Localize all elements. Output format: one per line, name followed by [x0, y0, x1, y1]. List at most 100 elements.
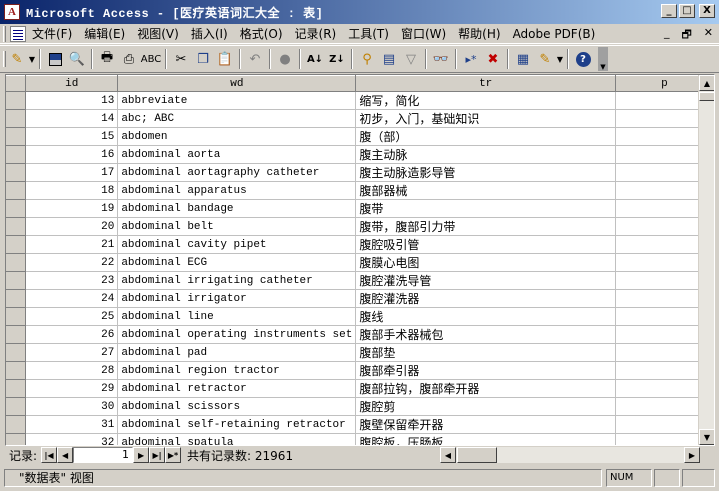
- menu-window[interactable]: 窗口(W): [395, 25, 452, 43]
- table-row[interactable]: 27abdominal pad腹部垫65: [6, 343, 714, 362]
- horizontal-scrollbar[interactable]: ◀ ▶: [440, 447, 700, 463]
- table-row[interactable]: 31 abdominal self-retaining retractor 腹壁保留…: [6, 415, 714, 434]
- column-header-id[interactable]: id: [25, 75, 119, 92]
- table-row[interactable]: 25abdominal line腹线65: [6, 307, 714, 326]
- maximize-button[interactable]: □: [679, 4, 695, 18]
- sort-descending-icon[interactable]: Z↓: [326, 48, 348, 70]
- cell-id[interactable]: 31: [25, 415, 119, 434]
- menu-format[interactable]: 格式(O): [234, 25, 289, 43]
- record-selector[interactable]: [6, 253, 27, 272]
- cell-id[interactable]: 26: [25, 325, 119, 344]
- database-window-icon[interactable]: ▦: [512, 48, 534, 70]
- apply-filter-icon[interactable]: ▽: [400, 48, 422, 70]
- save-icon[interactable]: [44, 48, 66, 70]
- cell-wd[interactable]: abdominal ECG: [117, 253, 357, 272]
- cell-tr[interactable]: 腹腔剪: [355, 397, 616, 416]
- cell-tr[interactable]: 腹部垫: [355, 343, 616, 362]
- cell-tr[interactable]: 腹部器械: [355, 181, 616, 200]
- sort-ascending-icon[interactable]: A↓: [304, 48, 326, 70]
- view-dropdown-arrow-icon[interactable]: ▼: [28, 55, 36, 64]
- record-selector[interactable]: [6, 145, 27, 164]
- record-selector[interactable]: [6, 433, 27, 445]
- cell-id[interactable]: 21: [25, 235, 119, 254]
- menu-edit[interactable]: 编辑(E): [78, 25, 131, 43]
- record-selector[interactable]: [6, 325, 27, 344]
- cell-wd[interactable]: abdominal bandage: [117, 199, 357, 218]
- filter-by-selection-icon[interactable]: ⚲: [356, 48, 378, 70]
- menu-records[interactable]: 记录(R): [289, 25, 343, 43]
- table-row[interactable]: 13abbreviate缩写，简化65: [6, 91, 714, 110]
- cell-wd[interactable]: abdominal spatula: [117, 433, 357, 445]
- record-selector[interactable]: [6, 343, 27, 362]
- search-file-icon[interactable]: 🔍: [66, 48, 88, 70]
- new-record-nav-icon[interactable]: ▶*: [165, 447, 182, 463]
- cell-id[interactable]: 25: [25, 307, 119, 326]
- table-row[interactable]: 28abdominal region tractor腹部牵引器65: [6, 361, 714, 380]
- record-selector[interactable]: [6, 181, 27, 200]
- table-row[interactable]: 18abdominal apparatus腹部器械65: [6, 181, 714, 200]
- toolbar-options-chevron-icon[interactable]: ▼: [598, 47, 608, 71]
- design-view-icon[interactable]: ✎: [6, 48, 28, 70]
- cell-id[interactable]: 24: [25, 289, 119, 308]
- table-row[interactable]: 16abdominal aorta腹主动脉65: [6, 145, 714, 164]
- menu-help[interactable]: 帮助(H): [452, 25, 506, 43]
- cut-icon[interactable]: ✂: [170, 48, 192, 70]
- cell-id[interactable]: 20: [25, 217, 119, 236]
- doc-close-button[interactable]: ✕: [704, 26, 713, 45]
- record-selector[interactable]: [6, 397, 27, 416]
- cell-tr[interactable]: 腹主动脉造影导管: [355, 163, 616, 182]
- cell-id[interactable]: 23: [25, 271, 119, 290]
- cell-wd[interactable]: abdominal aortagraphy catheter: [117, 163, 357, 182]
- previous-record-icon[interactable]: ◀: [57, 447, 74, 463]
- copy-icon[interactable]: ❐: [192, 48, 214, 70]
- menu-view[interactable]: 视图(V): [131, 25, 185, 43]
- cell-id[interactable]: 18: [25, 181, 119, 200]
- cell-wd[interactable]: abdominal scissors: [117, 397, 357, 416]
- record-selector[interactable]: [6, 271, 27, 290]
- record-selector[interactable]: [6, 289, 27, 308]
- find-icon[interactable]: 👓: [430, 48, 452, 70]
- scroll-up-arrow-icon[interactable]: ▲: [699, 75, 714, 91]
- cell-id[interactable]: 15: [25, 127, 119, 146]
- table-row[interactable]: 24abdominal irrigator腹腔灌洗器65: [6, 289, 714, 308]
- cell-id[interactable]: 32: [25, 433, 119, 445]
- cell-tr[interactable]: 腹带: [355, 199, 616, 218]
- table-row[interactable]: 22abdominal ECG腹膜心电图65: [6, 253, 714, 272]
- record-selector[interactable]: [6, 163, 27, 182]
- record-selector[interactable]: [6, 199, 27, 218]
- cell-tr[interactable]: 腹带，腹部引力带: [355, 217, 616, 236]
- cell-tr[interactable]: 腹腔灌洗导管: [355, 271, 616, 290]
- cell-id[interactable]: 28: [25, 361, 119, 380]
- record-selector[interactable]: [6, 307, 27, 326]
- cell-tr[interactable]: 腹部牵引器: [355, 361, 616, 380]
- vertical-scrollbar[interactable]: ▲ ▼: [698, 75, 714, 445]
- scroll-right-arrow-icon[interactable]: ▶: [684, 447, 700, 463]
- cell-wd[interactable]: abdominal self-retaining retractor: [117, 415, 357, 434]
- cell-tr[interactable]: 腹线: [355, 307, 616, 326]
- vertical-scroll-thumb[interactable]: [699, 92, 714, 101]
- table-row[interactable]: 29abdominal retractor腹部拉钩，腹部牵开器65: [6, 379, 714, 398]
- record-selector[interactable]: [6, 109, 27, 128]
- hyperlink-icon[interactable]: ●: [274, 48, 296, 70]
- record-selector[interactable]: [6, 379, 27, 398]
- column-header-wd[interactable]: wd: [117, 75, 357, 92]
- horizontal-scroll-thumb[interactable]: [457, 447, 497, 463]
- cell-id[interactable]: 30: [25, 397, 119, 416]
- select-all-corner[interactable]: [6, 75, 27, 92]
- close-button[interactable]: X: [699, 4, 715, 18]
- table-row[interactable]: 15abdomen腹（部）65: [6, 127, 714, 146]
- table-row[interactable]: 17 abdominal aortagraphy catheter 腹主动脉造影导管…: [6, 163, 714, 182]
- cell-tr[interactable]: 腹腔板，压肠板: [355, 433, 616, 445]
- cell-id[interactable]: 19: [25, 199, 119, 218]
- column-header-tr[interactable]: tr: [355, 75, 616, 92]
- cell-tr[interactable]: 腹部拉钩，腹部牵开器: [355, 379, 616, 398]
- cell-id[interactable]: 16: [25, 145, 119, 164]
- print-icon[interactable]: 🖶: [96, 48, 118, 70]
- cell-wd[interactable]: abdominal operating instruments set: [117, 325, 357, 344]
- cell-tr[interactable]: 初步，入门，基础知识: [355, 109, 616, 128]
- paste-icon[interactable]: 📋: [214, 48, 236, 70]
- filter-by-form-icon[interactable]: ▤: [378, 48, 400, 70]
- new-object-dropdown-arrow-icon[interactable]: ▼: [556, 55, 564, 64]
- cell-tr[interactable]: 腹壁保留牵开器: [355, 415, 616, 434]
- cell-wd[interactable]: abdominal aorta: [117, 145, 357, 164]
